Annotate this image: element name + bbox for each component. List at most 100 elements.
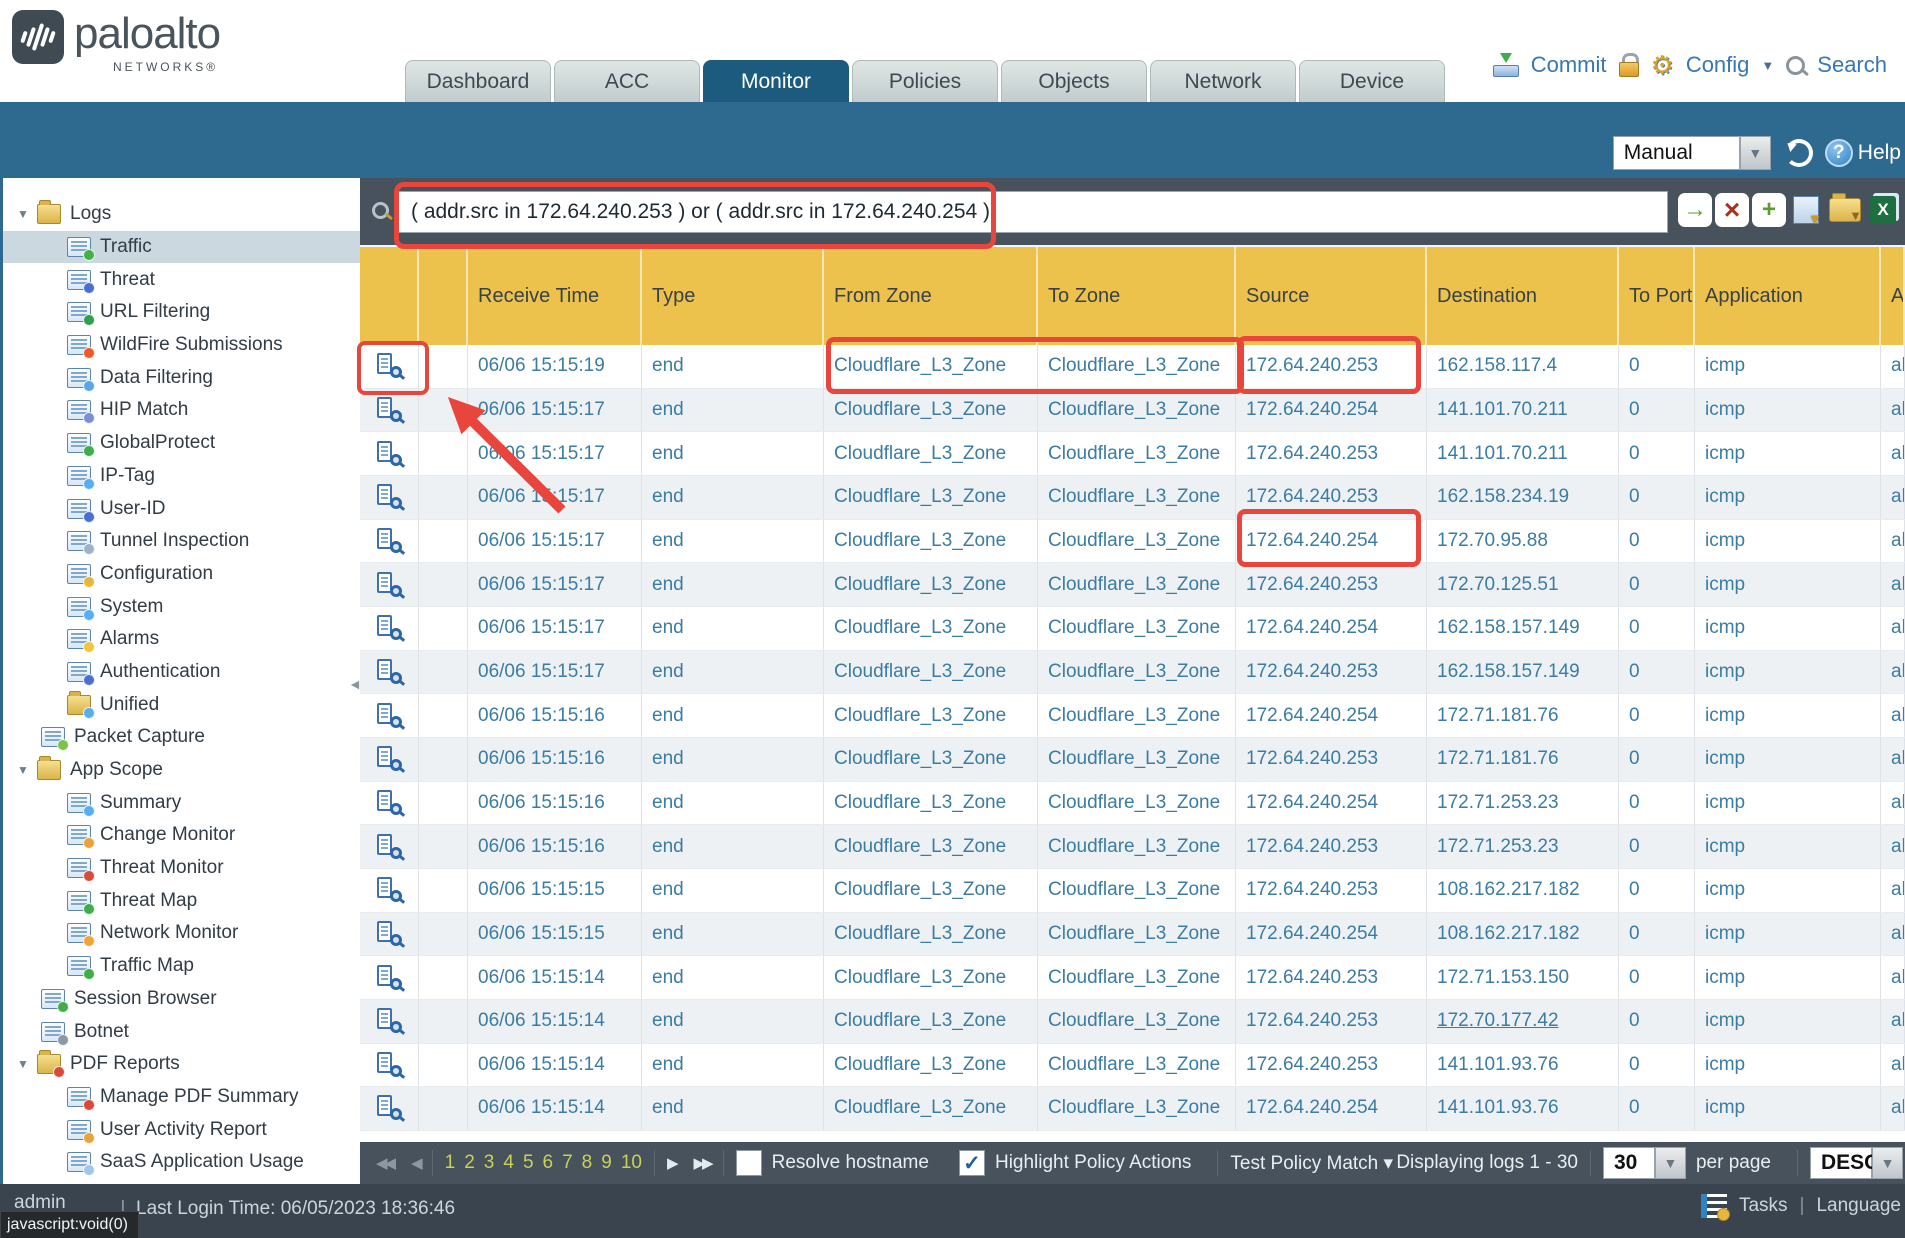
log-detail-icon[interactable]	[374, 352, 404, 380]
cell-value-type[interactable]: end	[652, 399, 684, 421]
per-page-dropdown-button[interactable]: ▼	[1655, 1147, 1686, 1179]
cell-value-receive_time[interactable]: 06/06 15:15:16	[478, 836, 605, 858]
column-header-detail[interactable]	[360, 247, 419, 345]
config-button[interactable]: Config	[1686, 52, 1750, 78]
log-detail-icon[interactable]	[374, 571, 404, 599]
cell-value-type[interactable]: end	[652, 443, 684, 465]
expand-triangle-icon[interactable]: ▼	[9, 1057, 37, 1071]
cell-value-destination[interactable]: 141.101.70.211	[1437, 443, 1568, 465]
cell-value-type[interactable]: end	[652, 574, 684, 596]
cell-value-type[interactable]: end	[652, 617, 684, 639]
add-filter-icon[interactable]: +	[1752, 193, 1786, 227]
cell-value-source[interactable]: 172.64.240.254	[1246, 530, 1378, 552]
sidebar-item-globalprotect[interactable]: GlobalProtect	[3, 427, 360, 460]
cell-value-from_zone[interactable]: Cloudflare_L3_Zone	[834, 705, 1006, 727]
cell-value-to_port[interactable]: 0	[1629, 923, 1640, 945]
cell-value-to_port[interactable]: 0	[1629, 399, 1640, 421]
per-page-select[interactable]: 30	[1603, 1147, 1655, 1179]
column-header-to_zone[interactable]: To Zone	[1038, 247, 1236, 345]
sidebar-item-system[interactable]: System	[3, 590, 360, 623]
column-header-application[interactable]: Application	[1695, 247, 1881, 345]
cell-value-to_zone[interactable]: Cloudflare_L3_Zone	[1048, 617, 1220, 639]
filter-query-input[interactable]	[398, 191, 1668, 233]
sidebar-item-hip-match[interactable]: HIP Match	[3, 394, 360, 427]
cell-value-receive_time[interactable]: 06/06 15:15:15	[478, 879, 605, 901]
cell-value-destination[interactable]: 172.71.181.76	[1437, 748, 1559, 770]
cell-value-to_port[interactable]: 0	[1629, 617, 1640, 639]
cell-value-source[interactable]: 172.64.240.253	[1246, 486, 1378, 508]
lock-icon[interactable]	[1619, 53, 1639, 77]
cell-value-from_zone[interactable]: Cloudflare_L3_Zone	[834, 530, 1006, 552]
cell-value-action[interactable]: al	[1891, 355, 1905, 377]
cell-value-type[interactable]: end	[652, 836, 684, 858]
cell-value-source[interactable]: 172.64.240.254	[1246, 792, 1378, 814]
cell-value-from_zone[interactable]: Cloudflare_L3_Zone	[834, 748, 1006, 770]
cell-value-source[interactable]: 172.64.240.253	[1246, 879, 1378, 901]
cell-value-source[interactable]: 172.64.240.253	[1246, 574, 1378, 596]
help-icon[interactable]: ?	[1825, 139, 1853, 167]
cell-value-destination[interactable]: 172.71.253.23	[1437, 792, 1559, 814]
log-detail-icon[interactable]	[374, 1007, 404, 1035]
sidebar-item-configuration[interactable]: Configuration	[3, 558, 360, 591]
cell-value-from_zone[interactable]: Cloudflare_L3_Zone	[834, 1010, 1006, 1032]
last-page-icon[interactable]: ▶▶	[694, 1154, 711, 1172]
page-number-9[interactable]: 9	[601, 1152, 612, 1174]
cell-value-source[interactable]: 172.64.240.253	[1246, 1054, 1378, 1076]
tab-policies[interactable]: Policies	[852, 60, 998, 102]
cell-value-destination[interactable]: 141.101.93.76	[1437, 1054, 1559, 1076]
cell-value-receive_time[interactable]: 06/06 15:15:17	[478, 530, 605, 552]
cell-value-source[interactable]: 172.64.240.253	[1246, 836, 1378, 858]
cell-value-to_zone[interactable]: Cloudflare_L3_Zone	[1048, 399, 1220, 421]
cell-value-to_zone[interactable]: Cloudflare_L3_Zone	[1048, 1010, 1220, 1032]
highlight-policy-actions-checkbox[interactable]: ✓	[959, 1150, 985, 1176]
column-header-type[interactable]: Type	[642, 247, 824, 345]
sidebar-item-unified[interactable]: Unified	[3, 688, 360, 721]
tab-network[interactable]: Network	[1150, 60, 1296, 102]
cell-value-from_zone[interactable]: Cloudflare_L3_Zone	[834, 1054, 1006, 1076]
cell-value-action[interactable]: al	[1891, 705, 1905, 727]
sidebar-item-url-filtering[interactable]: URL Filtering	[3, 296, 360, 329]
first-page-icon[interactable]: ◀◀	[376, 1154, 393, 1172]
cell-value-from_zone[interactable]: Cloudflare_L3_Zone	[834, 661, 1006, 683]
cell-value-receive_time[interactable]: 06/06 15:15:16	[478, 705, 605, 727]
cell-value-to_zone[interactable]: Cloudflare_L3_Zone	[1048, 530, 1220, 552]
log-detail-icon[interactable]	[374, 614, 404, 642]
tasks-button[interactable]: Tasks	[1739, 1195, 1788, 1217]
cell-value-from_zone[interactable]: Cloudflare_L3_Zone	[834, 967, 1006, 989]
log-detail-icon[interactable]	[374, 1094, 404, 1122]
cell-value-to_zone[interactable]: Cloudflare_L3_Zone	[1048, 879, 1220, 901]
log-detail-icon[interactable]	[374, 658, 404, 686]
page-number-6[interactable]: 6	[543, 1152, 554, 1174]
log-detail-icon[interactable]	[374, 1051, 404, 1079]
cell-value-source[interactable]: 172.64.240.253	[1246, 748, 1378, 770]
cell-value-from_zone[interactable]: Cloudflare_L3_Zone	[834, 792, 1006, 814]
cell-value-from_zone[interactable]: Cloudflare_L3_Zone	[834, 617, 1006, 639]
log-detail-icon[interactable]	[374, 527, 404, 555]
cell-value-type[interactable]: end	[652, 792, 684, 814]
cell-value-from_zone[interactable]: Cloudflare_L3_Zone	[834, 923, 1006, 945]
page-number-5[interactable]: 5	[523, 1152, 534, 1174]
cell-value-receive_time[interactable]: 06/06 15:15:17	[478, 399, 605, 421]
sidebar-item-manage-pdf-summary[interactable]: Manage PDF Summary	[3, 1081, 360, 1114]
cell-value-to_port[interactable]: 0	[1629, 836, 1640, 858]
cell-value-application[interactable]: icmp	[1705, 486, 1745, 508]
sidebar-item-authentication[interactable]: Authentication	[3, 656, 360, 689]
column-header-destination[interactable]: Destination	[1427, 247, 1619, 345]
cell-value-from_zone[interactable]: Cloudflare_L3_Zone	[834, 836, 1006, 858]
cell-value-to_zone[interactable]: Cloudflare_L3_Zone	[1048, 836, 1220, 858]
cell-value-destination[interactable]: 172.70.95.88	[1437, 530, 1548, 552]
cell-value-from_zone[interactable]: Cloudflare_L3_Zone	[834, 486, 1006, 508]
refresh-icon[interactable]	[1785, 139, 1813, 167]
column-header-from_zone[interactable]: From Zone	[824, 247, 1038, 345]
cell-value-receive_time[interactable]: 06/06 15:15:16	[478, 748, 605, 770]
column-header-to_port[interactable]: To Port	[1619, 247, 1695, 345]
cell-value-type[interactable]: end	[652, 486, 684, 508]
cell-value-application[interactable]: icmp	[1705, 705, 1745, 727]
cell-value-destination[interactable]: 162.158.157.149	[1437, 661, 1580, 683]
cell-value-type[interactable]: end	[652, 661, 684, 683]
cell-value-application[interactable]: icmp	[1705, 792, 1745, 814]
page-number-10[interactable]: 10	[621, 1152, 642, 1174]
cell-value-application[interactable]: icmp	[1705, 661, 1745, 683]
cell-value-action[interactable]: al	[1891, 443, 1905, 465]
cell-value-to_zone[interactable]: Cloudflare_L3_Zone	[1048, 443, 1220, 465]
